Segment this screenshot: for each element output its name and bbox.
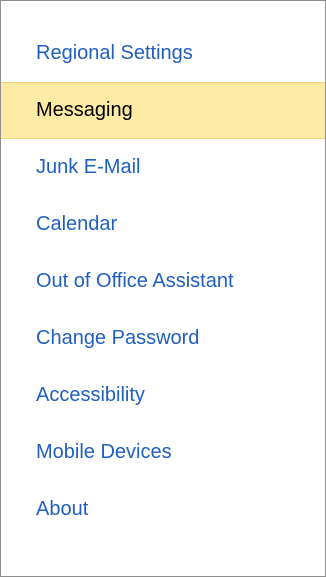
nav-item-label: Mobile Devices (36, 441, 172, 463)
nav-item-label: Junk E-Mail (36, 156, 141, 178)
nav-item-label: About (36, 498, 89, 520)
nav-item-change-password[interactable]: Change Password (1, 310, 325, 367)
options-navigation-panel: Regional Settings Messaging Junk E-Mail … (0, 0, 326, 577)
nav-item-messaging[interactable]: Messaging (1, 82, 325, 139)
nav-item-label: Calendar (36, 213, 118, 235)
nav-item-label: Out of Office Assistant (36, 270, 234, 292)
nav-item-label: Change Password (36, 327, 200, 349)
nav-item-label: Accessibility (36, 384, 145, 406)
nav-item-label: Messaging (36, 99, 133, 121)
nav-item-label: Regional Settings (36, 42, 193, 64)
nav-item-out-of-office-assistant[interactable]: Out of Office Assistant (1, 253, 325, 310)
nav-item-junk-email[interactable]: Junk E-Mail (1, 139, 325, 196)
nav-item-mobile-devices[interactable]: Mobile Devices (1, 424, 325, 481)
nav-item-accessibility[interactable]: Accessibility (1, 367, 325, 424)
nav-item-calendar[interactable]: Calendar (1, 196, 325, 253)
options-nav-list: Regional Settings Messaging Junk E-Mail … (1, 25, 325, 538)
nav-item-regional-settings[interactable]: Regional Settings (1, 25, 325, 82)
nav-item-about[interactable]: About (1, 481, 325, 538)
